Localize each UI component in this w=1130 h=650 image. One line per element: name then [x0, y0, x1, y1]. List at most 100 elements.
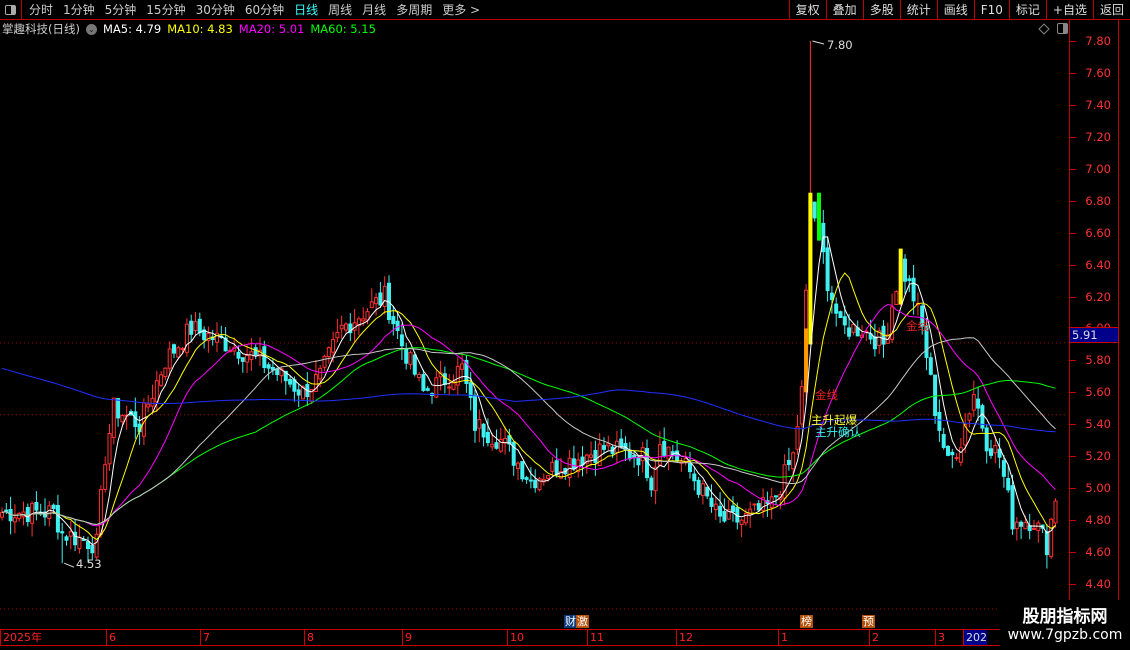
low-label: 4.53	[76, 557, 102, 571]
kline-chart[interactable]	[0, 0, 1069, 630]
dropdown-icon[interactable]: ⌄	[85, 23, 97, 35]
candle-body	[950, 451, 955, 456]
candle-body	[546, 475, 551, 479]
candle-body	[490, 443, 495, 448]
candle-body	[425, 388, 430, 391]
signal-badge-ji[interactable]: 激	[576, 615, 589, 628]
candle-body	[322, 355, 327, 368]
tab-2[interactable]: 5分钟	[100, 1, 142, 18]
toolbar-button-4[interactable]: 画线	[936, 0, 974, 20]
candle-body	[606, 443, 611, 447]
tab-4[interactable]: 30分钟	[191, 1, 240, 18]
tab-9[interactable]: 多周期	[391, 1, 437, 18]
candle-body	[554, 460, 559, 476]
price-tick: 4.80	[1085, 513, 1111, 528]
candle-body	[197, 318, 202, 334]
signal-badge-yu[interactable]: 预	[862, 615, 875, 628]
candle-body	[602, 445, 606, 450]
candle-body	[829, 292, 834, 300]
candle-body	[245, 355, 250, 363]
candle-body	[172, 344, 176, 354]
tab-6[interactable]: 日线	[289, 1, 323, 18]
layout-toggle-icon[interactable]	[1057, 23, 1068, 34]
ma10-value: MA10: 4.83	[167, 22, 233, 36]
date-axis: 2025年 6 7 8 9 10 11 12 1 2 3 202	[0, 629, 1000, 646]
tab-7[interactable]: 周线	[323, 1, 357, 18]
candle-body	[90, 544, 95, 554]
candle-body	[524, 477, 529, 480]
date-label: 6	[106, 630, 116, 645]
toolbar-button-0[interactable]: 复权	[788, 0, 826, 20]
tab-0[interactable]: 分时	[24, 1, 58, 18]
candle-body	[331, 339, 336, 353]
candle-body	[928, 357, 933, 375]
toolbar-button-5[interactable]: F10	[973, 0, 1009, 20]
candle-body	[408, 352, 413, 365]
candle-body	[713, 503, 718, 511]
candle-body	[1010, 485, 1015, 530]
candle-body	[1023, 522, 1028, 530]
candle-body	[993, 444, 998, 454]
candle-body	[64, 536, 69, 541]
candle-body	[958, 447, 963, 463]
toolbar-button-6[interactable]: 标记	[1008, 0, 1046, 20]
candle-body	[838, 311, 843, 318]
candle-body	[748, 508, 753, 516]
candle-body	[141, 402, 146, 437]
candle-body	[4, 509, 9, 512]
candle-body	[442, 373, 447, 385]
candle-body	[116, 398, 121, 419]
candle-body	[795, 426, 800, 450]
panel-toggle-icon[interactable]	[0, 0, 22, 20]
tab-3[interactable]: 15分钟	[141, 1, 190, 18]
candle-body	[834, 303, 839, 314]
ma5-line	[1, 236, 1056, 546]
date-label: 11	[587, 630, 604, 645]
candle-body	[984, 427, 989, 452]
date-label: 1	[778, 630, 788, 645]
candle-body	[494, 442, 499, 449]
candle-body	[971, 394, 976, 411]
candle-body	[692, 473, 697, 482]
side-strip[interactable]	[1118, 20, 1130, 630]
candle-body	[662, 440, 667, 456]
tab-8[interactable]: 月线	[357, 1, 391, 18]
candle-body	[253, 347, 258, 356]
candle-body	[946, 445, 950, 456]
candle-body	[296, 389, 301, 396]
toolbar-button-3[interactable]: 统计	[899, 0, 937, 20]
candle-body	[1019, 521, 1024, 527]
candle-body	[653, 466, 658, 492]
candle-body	[709, 497, 714, 507]
ma60-line	[1, 347, 1056, 525]
candle-body	[812, 201, 817, 219]
candle-body	[17, 512, 22, 520]
candle-body	[146, 403, 151, 408]
toolbar-button-1[interactable]: 叠加	[825, 0, 863, 20]
price-axis: 7.807.607.407.207.006.806.606.406.206.00…	[1069, 20, 1119, 630]
candle-body	[911, 277, 916, 302]
candle-body	[791, 452, 796, 470]
candle-body	[937, 411, 942, 431]
main-rise-confirm-signal: 主升确认	[815, 425, 861, 439]
toolbar-button-7[interactable]: +自选	[1045, 0, 1093, 20]
candle-body	[666, 446, 671, 460]
toolbar: 分时 1分钟 5分钟 15分钟 30分钟 60分钟 日线 周线 月线 多周期 更多 > 复权 叠加 多股…	[0, 0, 1130, 20]
tab-10[interactable]: 更多 >	[437, 1, 485, 18]
signal-bar	[817, 192, 821, 241]
tab-5[interactable]: 60分钟	[240, 1, 289, 18]
toolbar-button-8[interactable]: 返回	[1092, 0, 1130, 20]
tab-1[interactable]: 1分钟	[58, 1, 100, 18]
candle-body	[485, 431, 490, 444]
candle-body	[1032, 527, 1036, 530]
high-label: 7.80	[827, 38, 853, 52]
signal-bar	[898, 248, 903, 305]
signal-bar	[808, 192, 813, 345]
candle-body	[266, 364, 271, 369]
candle-body	[339, 324, 344, 330]
candle-body	[705, 486, 710, 497]
signal-badge-bang[interactable]: 榜	[800, 615, 813, 628]
toolbar-button-2[interactable]: 多股	[862, 0, 900, 20]
candle-body	[184, 323, 189, 353]
candle-body	[752, 503, 757, 506]
